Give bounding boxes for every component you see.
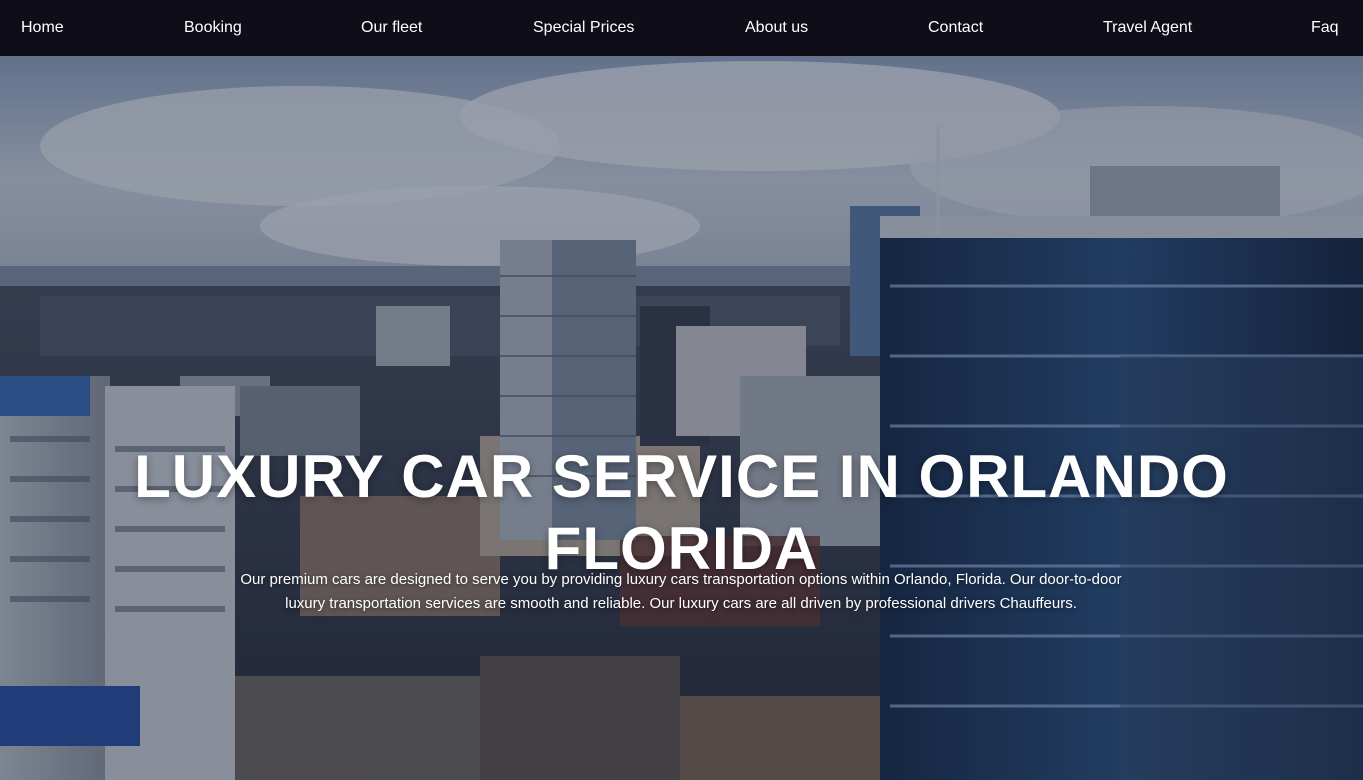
hero-dark-overlay (0, 56, 1363, 780)
nav-travel-agent-link[interactable]: Travel Agent (1103, 0, 1192, 56)
nav-special-prices-link[interactable]: Special Prices (533, 0, 634, 56)
hero-description: Our premium cars are designed to serve y… (240, 571, 1122, 612)
nav-our-fleet-link[interactable]: Our fleet (361, 0, 422, 56)
nav-faq-link[interactable]: Faq (1311, 0, 1339, 56)
hero-title: LUXURY CAR SERVICE IN ORLANDO FLORIDA (134, 443, 1229, 582)
nav-contact-link[interactable]: Contact (928, 0, 983, 56)
top-nav: Home Booking Our fleet Special Prices Ab… (0, 0, 1363, 56)
page: Home Booking Our fleet Special Prices Ab… (0, 0, 1363, 780)
hero-section: LUXURY CAR SERVICE IN ORLANDO FLORIDA Ou… (0, 56, 1363, 780)
nav-home-link[interactable]: Home (21, 0, 64, 56)
nav-booking-link[interactable]: Booking (184, 0, 242, 56)
nav-about-us-link[interactable]: About us (745, 0, 808, 56)
